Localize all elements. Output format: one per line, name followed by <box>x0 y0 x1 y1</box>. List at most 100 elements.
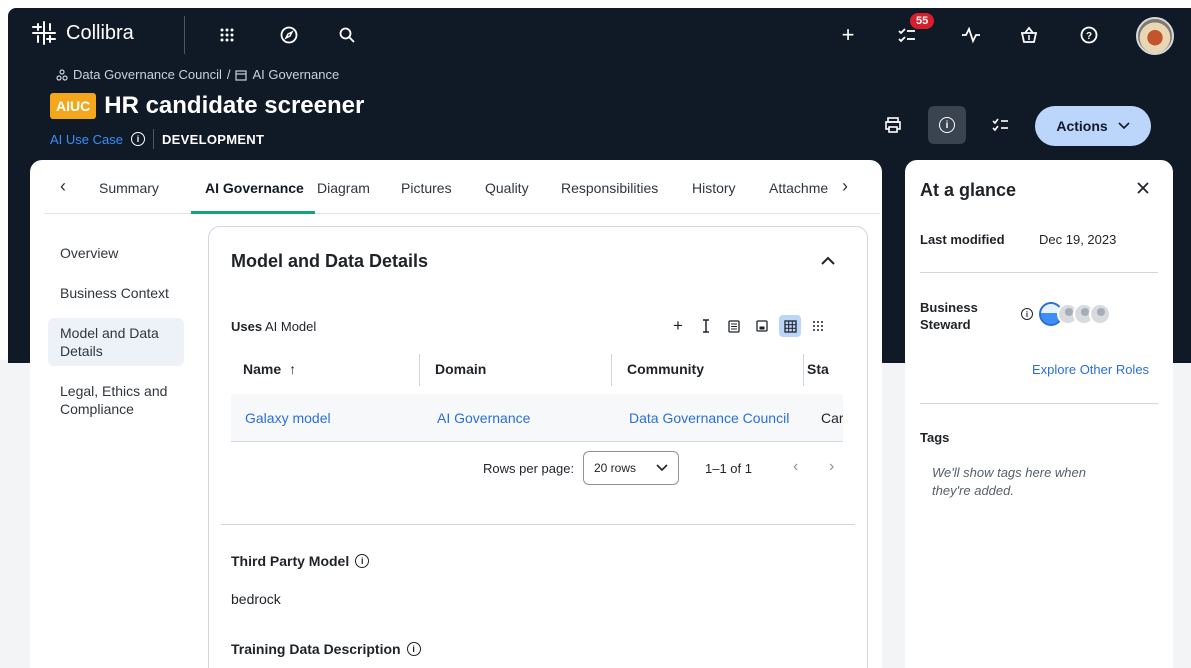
print-icon <box>885 117 901 133</box>
chevron-down-icon <box>1118 122 1130 130</box>
info-panel-button[interactable]: i <box>928 106 966 144</box>
compass-icon[interactable] <box>276 22 302 48</box>
pagination-range: 1–1 of 1 <box>705 461 752 476</box>
section-nav: Overview Business Context Model and Data… <box>48 238 184 434</box>
tags-empty-message: We'll show tags here when they're added. <box>932 464 1086 500</box>
apps-grid-icon[interactable] <box>214 22 240 48</box>
tasks-button[interactable] <box>982 106 1020 144</box>
status-label[interactable]: DEVELOPMENT <box>162 132 264 147</box>
help-icon[interactable]: ? <box>1076 22 1102 48</box>
sort-button[interactable] <box>695 315 717 337</box>
search-icon[interactable] <box>334 22 360 48</box>
collibra-logo[interactable]: Collibra <box>30 20 134 46</box>
user-avatar[interactable] <box>1136 17 1174 55</box>
asset-subtitle-row: AI Use Case i DEVELOPMENT <box>50 129 264 149</box>
column-header-status[interactable]: Sta <box>807 344 829 394</box>
field-label-third-party-model: Third Party Model i <box>231 553 370 569</box>
business-steward-label-line1: Business <box>920 300 978 315</box>
nav-item-business-context[interactable]: Business Context <box>48 278 184 308</box>
table-toolbar: + <box>667 315 829 337</box>
field-value-third-party-model[interactable]: bedrock <box>231 591 281 607</box>
table-view-button[interactable] <box>779 315 801 337</box>
tab-responsibilities[interactable]: Responsibilities <box>561 180 658 196</box>
explore-other-roles-link[interactable]: Explore Other Roles <box>1032 362 1149 377</box>
nav-item-model-and-data-details[interactable]: Model and Data Details <box>48 318 184 366</box>
asset-title-row: AIUC HR candidate screener <box>50 92 364 120</box>
activity-icon[interactable] <box>958 22 984 48</box>
column-divider[interactable] <box>419 354 420 386</box>
business-steward-label: Business Steward <box>920 299 978 333</box>
print-button[interactable] <box>874 106 912 144</box>
model-data-section: Model and Data Details Uses AI Model + N… <box>208 226 868 668</box>
tags-empty-line2: they're added. <box>932 483 1014 498</box>
save-view-button[interactable] <box>751 315 773 337</box>
nav-item-overview[interactable]: Overview <box>48 238 184 268</box>
divider <box>221 524 855 525</box>
dots-grid-icon <box>813 321 823 331</box>
cell-community-link[interactable]: Data Governance Council <box>629 410 789 426</box>
panel-title: At a glance <box>920 180 1017 200</box>
asset-type-badge: AIUC <box>50 93 97 119</box>
column-header-community[interactable]: Community <box>627 344 704 394</box>
relation-label: Uses AI Model <box>231 319 316 334</box>
active-tab-indicator <box>191 211 315 214</box>
tab-ai-governance[interactable]: AI Governance <box>205 180 304 196</box>
svg-text:?: ? <box>1086 31 1092 42</box>
breadcrumb-community[interactable]: Data Governance Council <box>73 67 222 82</box>
field-label-training-data-description: Training Data Description i <box>231 641 421 657</box>
business-steward-label-line2: Steward <box>920 317 971 332</box>
rows-per-page-select[interactable]: 20 rows <box>583 451 679 485</box>
cell-domain-link[interactable]: AI Governance <box>437 410 530 426</box>
next-page-icon[interactable]: › <box>829 458 834 476</box>
breadcrumb-domain[interactable]: AI Governance <box>252 67 339 82</box>
tab-pictures[interactable]: Pictures <box>401 180 452 196</box>
relation-label-bold: Uses <box>231 319 263 334</box>
tab-diagram[interactable]: Diagram <box>317 180 370 196</box>
column-divider[interactable] <box>803 354 804 386</box>
tab-scroll-right-icon[interactable]: › <box>842 176 848 197</box>
rows-per-page-label: Rows per page: <box>483 461 575 476</box>
community-icon <box>56 68 68 81</box>
tab-scroll-left-icon[interactable]: ‹ <box>60 176 66 197</box>
relations-table: Name ↑ Domain Community Sta Galaxy model… <box>231 344 843 444</box>
grid-view-button[interactable] <box>807 315 829 337</box>
table-row[interactable]: Galaxy model AI Governance Data Governan… <box>231 394 843 442</box>
info-icon[interactable]: i <box>1021 308 1033 320</box>
list-details-icon <box>728 319 740 333</box>
info-icon[interactable]: i <box>406 642 421 656</box>
basket-icon[interactable] <box>1016 22 1042 48</box>
tab-summary[interactable]: Summary <box>99 180 159 196</box>
collapse-section-button[interactable] <box>821 249 835 270</box>
last-modified-label: Last modified <box>920 232 1005 247</box>
column-divider[interactable] <box>611 354 612 386</box>
nav-item-legal-ethics-compliance[interactable]: Legal, Ethics and Compliance <box>48 376 184 424</box>
close-panel-button[interactable] <box>1137 178 1149 199</box>
cell-name-link[interactable]: Galaxy model <box>245 410 331 426</box>
business-steward-avatars: i <box>1021 302 1111 326</box>
add-relation-button[interactable]: + <box>667 315 689 337</box>
actions-label: Actions <box>1056 118 1108 134</box>
tab-history[interactable]: History <box>692 180 736 196</box>
topbar-divider <box>184 16 185 54</box>
divider <box>920 272 1158 273</box>
details-view-button[interactable] <box>723 315 745 337</box>
section-title: Model and Data Details <box>231 251 429 271</box>
last-modified-value: Dec 19, 2023 <box>1039 232 1117 247</box>
table-icon <box>783 319 797 333</box>
page-title: HR candidate screener <box>104 92 365 119</box>
column-header-domain[interactable]: Domain <box>435 344 486 394</box>
info-icon[interactable]: i <box>130 132 145 146</box>
info-icon[interactable]: i <box>355 554 370 568</box>
tab-attachments[interactable]: Attachme <box>769 180 828 196</box>
column-header-name[interactable]: Name ↑ <box>243 344 296 394</box>
steward-avatar-group[interactable] <box>1039 302 1111 326</box>
cell-status: Car <box>821 410 843 426</box>
tab-quality[interactable]: Quality <box>485 180 529 196</box>
previous-page-icon[interactable]: ‹ <box>793 458 798 476</box>
asset-type-link[interactable]: AI Use Case <box>50 132 123 147</box>
tags-empty-line1: We'll show tags here when <box>932 465 1086 480</box>
actions-button[interactable]: Actions <box>1035 106 1151 146</box>
checklist-icon <box>992 118 1008 132</box>
person-icon <box>1089 303 1111 325</box>
add-icon[interactable]: + <box>835 22 861 48</box>
